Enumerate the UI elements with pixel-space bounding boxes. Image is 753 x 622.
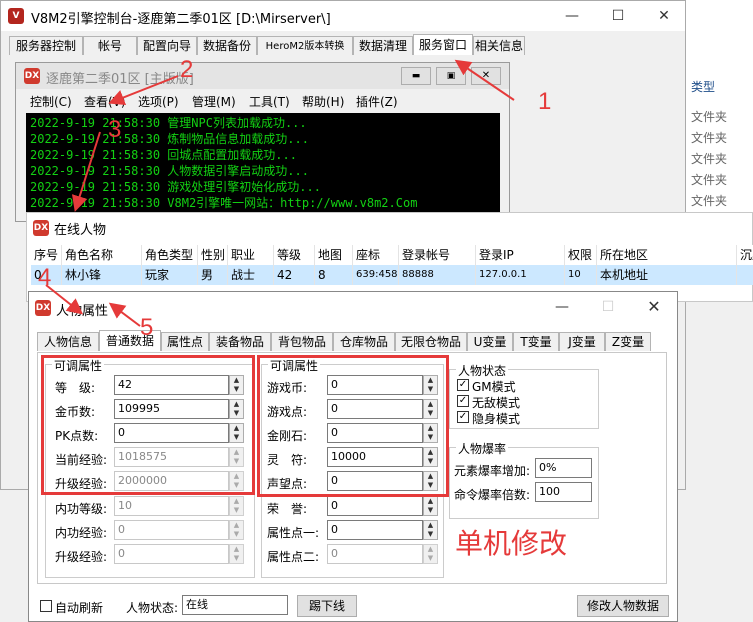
annotation-number-3: 3 [108, 116, 122, 143]
arrow-3 [71, 131, 101, 212]
annotation-number-4: 4 [38, 264, 52, 291]
arrow-1 [454, 59, 515, 101]
annotation-number-1: 1 [538, 88, 552, 115]
arrow-2 [108, 75, 179, 106]
annotation-arrows [45, 59, 515, 327]
annotation-number-5: 5 [140, 314, 154, 341]
arrow-5 [108, 302, 141, 327]
annotation-number-2: 2 [180, 56, 194, 83]
annotation-note: 单机修改 [455, 528, 568, 559]
